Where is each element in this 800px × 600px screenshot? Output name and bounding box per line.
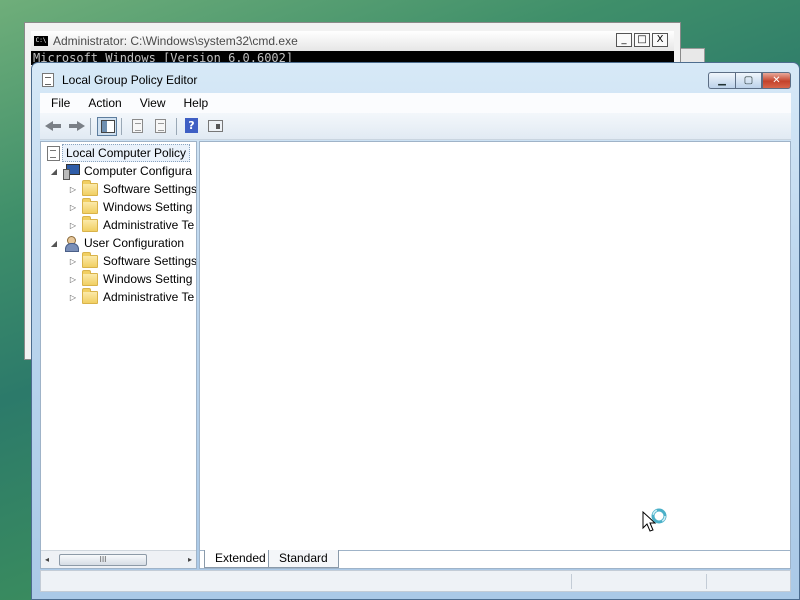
cmd-title: Administrator: C:\Windows\system32\cmd.e… xyxy=(53,34,298,48)
cmd-icon: C:\ xyxy=(34,36,48,46)
forward-button[interactable] xyxy=(66,117,86,136)
show-hide-action-pane-button[interactable] xyxy=(205,117,225,136)
cmd-minimize-button[interactable]: _ xyxy=(616,33,632,47)
tree-node-computer-configuration[interactable]: ◢ Computer Configura xyxy=(49,162,192,180)
expand-arrow-icon[interactable]: ▷ xyxy=(68,203,78,212)
folder-icon xyxy=(82,197,98,214)
cmd-maximize-button[interactable]: □ xyxy=(634,33,650,47)
tree-node-administrative-templates[interactable]: ▷ Administrative Te xyxy=(68,215,194,234)
toolbar-separator xyxy=(90,118,91,135)
busy-cursor-icon xyxy=(642,508,667,532)
cmd-titlebar[interactable]: C:\ Administrator: C:\Windows\system32\c… xyxy=(31,31,674,51)
expand-arrow-icon[interactable]: ▷ xyxy=(68,275,78,284)
expand-arrow-icon[interactable]: ▷ xyxy=(68,185,78,194)
cmd-close-button[interactable]: X xyxy=(652,33,668,47)
toolbar-separator xyxy=(121,118,122,135)
menu-action[interactable]: Action xyxy=(79,96,130,110)
gpe-titlebar[interactable]: Local Group Policy Editor ▁ ▢ ✕ xyxy=(32,63,799,93)
folder-icon xyxy=(82,269,98,286)
tree-node-local-computer-policy[interactable]: Local Computer Policy xyxy=(41,144,191,162)
menu-file[interactable]: File xyxy=(40,96,79,110)
gpe-app-icon xyxy=(42,73,54,87)
menu-bar: File Action View Help xyxy=(40,93,791,113)
status-divider xyxy=(571,574,572,589)
tree-node-software-settings[interactable]: ▷ Software Settings xyxy=(68,251,196,270)
close-button[interactable]: ✕ xyxy=(762,72,791,89)
scroll-left-icon[interactable]: ◂ xyxy=(45,555,49,564)
maximize-button[interactable]: ▢ xyxy=(735,72,762,89)
toolbar: ? xyxy=(40,113,791,140)
tree-node-user-configuration[interactable]: ◢ User Configuration xyxy=(49,234,184,252)
collapse-arrow-icon[interactable]: ◢ xyxy=(49,239,59,248)
console-tree: Local Computer Policy ◢ Computer Configu… xyxy=(41,142,196,548)
horizontal-scrollbar[interactable]: ◂ III ▸ xyxy=(41,550,196,568)
results-pane[interactable] xyxy=(199,141,791,551)
expand-arrow-icon[interactable]: ▷ xyxy=(68,257,78,266)
gpe-title: Local Group Policy Editor xyxy=(62,73,198,87)
scrollbar-thumb[interactable]: III xyxy=(59,554,147,566)
tab-extended[interactable]: Extended xyxy=(204,550,277,568)
computer-icon xyxy=(63,164,80,180)
policy-icon xyxy=(47,145,60,161)
menu-view[interactable]: View xyxy=(131,96,175,110)
help-icon: ? xyxy=(185,118,198,133)
folder-icon xyxy=(82,251,98,268)
tree-node-software-settings[interactable]: ▷ Software Settings xyxy=(68,179,196,198)
status-divider xyxy=(706,574,707,589)
tree-pane[interactable]: Local Computer Policy ◢ Computer Configu… xyxy=(40,141,197,569)
export-list-arrow-button[interactable] xyxy=(151,117,171,136)
help-button[interactable]: ? xyxy=(182,117,202,136)
export-list-icon xyxy=(132,119,143,133)
tree-node-windows-settings[interactable]: ▷ Windows Setting xyxy=(68,269,192,288)
export-list-arrow-icon xyxy=(155,119,166,133)
forward-arrow-icon xyxy=(77,121,85,131)
user-icon xyxy=(63,236,79,252)
menu-help[interactable]: Help xyxy=(175,96,218,110)
status-bar xyxy=(40,570,791,592)
expand-arrow-icon[interactable]: ▷ xyxy=(68,221,78,230)
show-hide-tree-icon xyxy=(101,120,115,133)
back-button[interactable] xyxy=(44,117,64,136)
folder-icon xyxy=(82,179,98,196)
tree-node-administrative-templates[interactable]: ▷ Administrative Te xyxy=(68,287,194,306)
show-hide-tree-button[interactable] xyxy=(97,117,117,136)
folder-icon xyxy=(82,215,98,232)
collapse-arrow-icon[interactable]: ◢ xyxy=(49,167,59,176)
toolbar-separator xyxy=(176,118,177,135)
back-arrow-icon xyxy=(45,121,53,131)
minimize-button[interactable]: ▁ xyxy=(708,72,735,89)
expand-arrow-icon[interactable]: ▷ xyxy=(68,293,78,302)
export-list-button[interactable] xyxy=(128,117,148,136)
tree-node-windows-settings[interactable]: ▷ Windows Setting xyxy=(68,197,192,216)
show-hide-action-pane-icon xyxy=(208,120,223,132)
folder-icon xyxy=(82,287,98,304)
tab-standard[interactable]: Standard xyxy=(268,550,339,568)
group-policy-editor-window[interactable]: Local Group Policy Editor ▁ ▢ ✕ File Act… xyxy=(31,62,800,600)
view-tabs: Extended Standard xyxy=(199,550,791,569)
scroll-right-icon[interactable]: ▸ xyxy=(188,555,192,564)
